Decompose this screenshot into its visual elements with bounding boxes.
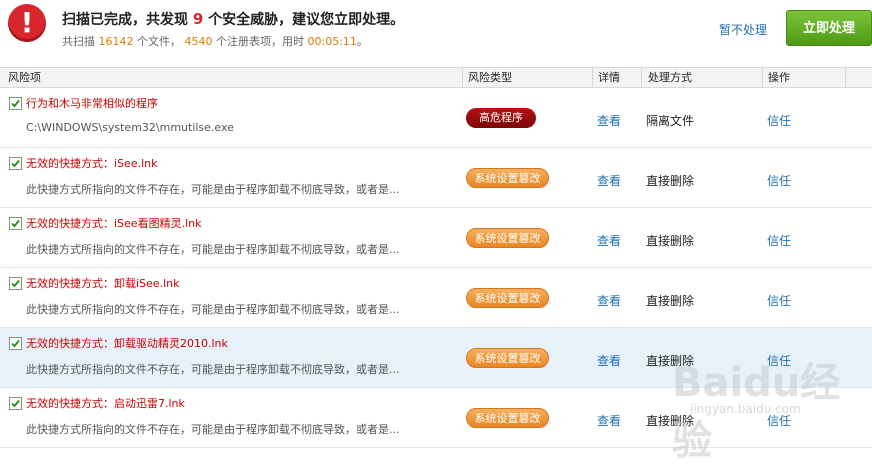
table-row[interactable]: 行为和木马非常相似的程序 C:\WINDOWS\system32\mmutilse… [0, 88, 872, 148]
risk-title: 无效的快捷方式：卸载驱动精灵2010.lnk [26, 337, 228, 350]
scan-result-title: 扫描已完成，共发现 9 个安全威胁，建议您立即处理。 [62, 9, 404, 29]
checkmark-icon [11, 159, 20, 168]
checkmark-icon [11, 99, 20, 108]
title-suffix: 个安全威胁，建议您立即处理。 [208, 12, 405, 28]
view-detail-link[interactable]: 查看 [597, 172, 621, 189]
title-prefix: 扫描已完成，共发现 [62, 12, 188, 28]
handling-method: 直接删除 [646, 174, 695, 188]
scan-result-header: ! 扫描已完成，共发现 9 个安全威胁，建议您立即处理。 共扫描 16142 个… [0, 0, 872, 68]
risk-description: 此快捷方式所指向的文件不存在，可能是由于程序卸载不彻底导致，或者是... [26, 303, 400, 316]
table-row[interactable]: 无效的快捷方式：卸载iSee.lnk 此快捷方式所指向的文件不存在，可能是由于程序… [0, 268, 872, 328]
risk-title: 无效的快捷方式：卸载iSee.lnk [26, 277, 180, 290]
registry-count: 4540 [184, 35, 213, 48]
risk-description: 此快捷方式所指向的文件不存在，可能是由于程序卸载不彻底导致，或者是... [26, 183, 400, 196]
row-checkbox[interactable] [9, 217, 22, 230]
checkmark-icon [11, 279, 20, 288]
col-divider [462, 68, 463, 87]
table-row[interactable]: 无效的快捷方式：iSee看图精灵.lnk 此快捷方式所指向的文件不存在，可能是由于… [0, 208, 872, 268]
risk-type-badge: 系统设置篡改 [466, 408, 549, 428]
watermark-logo: Baidu经验 jingyan.baidu.com [672, 350, 872, 466]
view-detail-link[interactable]: 查看 [597, 292, 621, 309]
risk-type-badge: 系统设置篡改 [466, 228, 549, 248]
col-detail: 详情 [598, 71, 620, 84]
checkmark-icon [11, 339, 20, 348]
col-divider [592, 68, 593, 87]
risk-description: 此快捷方式所指向的文件不存在，可能是由于程序卸载不彻底导致，或者是... [26, 363, 400, 376]
col-divider [641, 68, 642, 87]
col-risk-type: 风险类型 [468, 71, 512, 84]
trust-link[interactable]: 信任 [767, 112, 791, 129]
row-checkbox[interactable] [9, 97, 22, 110]
handling-method: 直接删除 [646, 234, 695, 248]
view-detail-link[interactable]: 查看 [597, 232, 621, 249]
threat-count: 9 [192, 10, 204, 28]
warning-icon: ! [8, 4, 46, 42]
handling-method: 直接删除 [646, 294, 695, 308]
risk-title: 行为和木马非常相似的程序 [26, 97, 158, 110]
trust-link[interactable]: 信任 [767, 232, 791, 249]
summary-label: 共扫描 [62, 35, 95, 48]
trust-link[interactable]: 信任 [767, 292, 791, 309]
risk-type-badge: 系统设置篡改 [466, 168, 549, 188]
view-detail-link[interactable]: 查看 [597, 352, 621, 369]
col-divider [762, 68, 763, 87]
risk-description: 此快捷方式所指向的文件不存在，可能是由于程序卸载不彻底导致，或者是... [26, 423, 400, 436]
watermark-url: jingyan.baidu.com [690, 402, 801, 416]
checkmark-icon [11, 399, 20, 408]
fix-now-button[interactable]: 立即处理 [786, 10, 872, 46]
files-count: 16142 [98, 35, 134, 48]
risk-description: C:\WINDOWS\system32\mmutilse.exe [26, 121, 234, 134]
risk-title: 无效的快捷方式：启动迅雷7.lnk [26, 397, 185, 410]
handling-method: 隔离文件 [646, 114, 695, 128]
checkmark-icon [11, 219, 20, 228]
files-unit: 个文件， [137, 35, 181, 48]
row-checkbox[interactable] [9, 277, 22, 290]
row-checkbox[interactable] [9, 397, 22, 410]
view-detail-link[interactable]: 查看 [597, 112, 621, 129]
risk-type-badge: 系统设置篡改 [466, 348, 549, 368]
trust-link[interactable]: 信任 [767, 172, 791, 189]
registry-unit: 个注册表项，用时 [216, 35, 304, 48]
scan-summary: 共扫描 16142 个文件， 4540 个注册表项，用时 00:05:11。 [62, 33, 368, 49]
risk-title: 无效的快捷方式：iSee.lnk [26, 157, 158, 170]
risk-type-badge: 高危程序 [466, 108, 536, 128]
col-method: 处理方式 [648, 71, 692, 84]
elapsed-end: 。 [356, 35, 368, 48]
view-detail-link[interactable]: 查看 [597, 412, 621, 429]
row-checkbox[interactable] [9, 337, 22, 350]
skip-link[interactable]: 暂不处理 [719, 21, 767, 38]
risk-description: 此快捷方式所指向的文件不存在，可能是由于程序卸载不彻底导致，或者是... [26, 243, 400, 256]
risk-type-badge: 系统设置篡改 [466, 288, 549, 308]
table-row[interactable]: 无效的快捷方式：iSee.lnk 此快捷方式所指向的文件不存在，可能是由于程序卸载… [0, 148, 872, 208]
risk-title: 无效的快捷方式：iSee看图精灵.lnk [26, 217, 202, 230]
col-divider [845, 68, 846, 87]
elapsed-time: 00:05:11 [307, 35, 357, 48]
table-header: 风险项 风险类型 详情 处理方式 操作 [0, 68, 872, 88]
row-checkbox[interactable] [9, 157, 22, 170]
col-risk-item: 风险项 [8, 71, 41, 84]
col-action: 操作 [768, 71, 790, 84]
